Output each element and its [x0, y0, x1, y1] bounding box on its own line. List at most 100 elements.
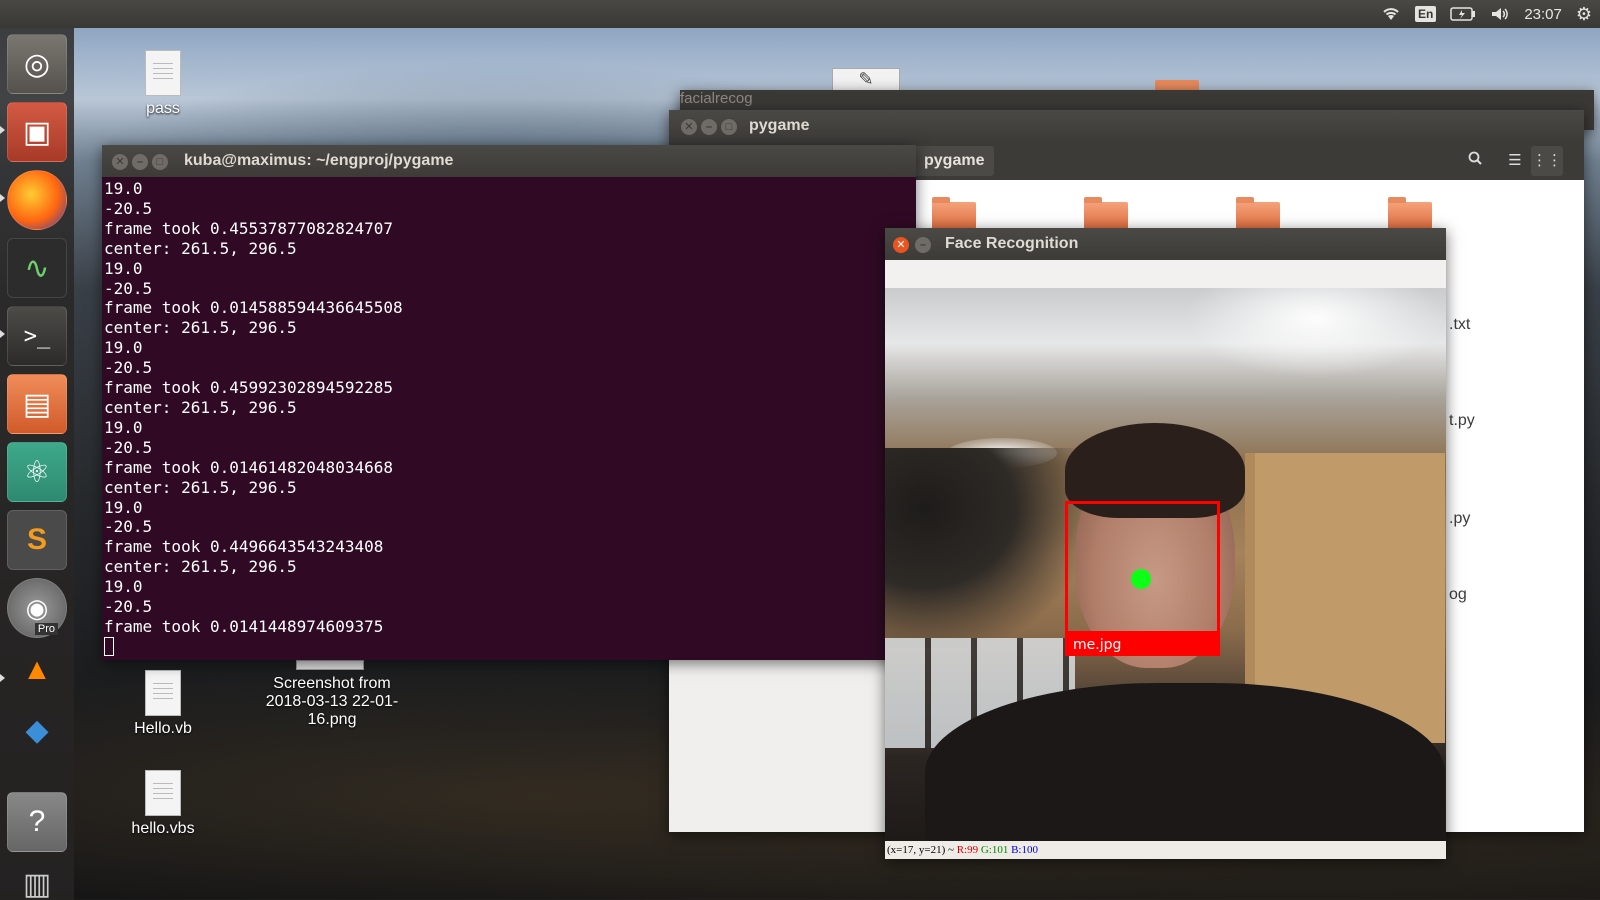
close-button[interactable]: ✕ — [893, 237, 909, 253]
desktop-icon-label: pass — [146, 100, 180, 117]
minimize-button[interactable]: – — [132, 154, 148, 170]
file-label[interactable]: .txt — [1449, 316, 1470, 334]
search-icon[interactable] — [1459, 146, 1491, 176]
desktop-icon-pass[interactable]: pass — [103, 50, 223, 118]
window-titlebar[interactable]: ✕ – □ pygame — [669, 110, 1584, 142]
terminal-icon: >_ — [23, 323, 51, 349]
terminal-line: -20.5 — [104, 517, 153, 537]
folder-icon[interactable] — [1236, 197, 1280, 230]
terminal-line: 19.0 — [104, 338, 143, 358]
running-indicator — [0, 674, 5, 682]
pulse-icon: ∿ — [24, 251, 50, 285]
terminal-line: frame took 0.0141448974609375 — [104, 616, 384, 636]
folder-icon[interactable] — [1388, 197, 1432, 230]
atom-launcher-button[interactable]: ⚛ — [7, 442, 67, 502]
window-title: kuba@maximus: ~/engproj/pygame — [184, 152, 454, 169]
firefox-launcher-button[interactable] — [7, 170, 67, 230]
top-panel: En 23:07 ⚙ — [0, 0, 1600, 28]
maximize-button[interactable]: □ — [152, 154, 168, 170]
blue-value: B:100 — [1011, 844, 1038, 856]
desktop-icon-hello-vb[interactable]: Hello.vb — [103, 670, 223, 738]
face-recognition-window[interactable]: ✕ – Face Recognition me.jpg (x=17, y=21)… — [885, 228, 1446, 859]
terminal-line: center: 261.5, 296.5 — [104, 557, 297, 577]
terminal-line: -20.5 — [104, 358, 153, 378]
minimize-button[interactable]: – — [701, 119, 717, 135]
maximize-button[interactable]: □ — [721, 119, 737, 135]
background-shadow — [885, 448, 1085, 648]
terminal-line: center: 261.5, 296.5 — [104, 477, 297, 497]
folder-icon[interactable] — [1084, 197, 1128, 230]
terminal-line: -20.5 — [104, 198, 153, 218]
grid-view-icon[interactable]: ⋮⋮ — [1531, 146, 1563, 176]
volume-icon[interactable] — [1490, 6, 1510, 22]
system-monitor-launcher-button[interactable]: ∿ — [7, 238, 67, 298]
folder-icon[interactable] — [932, 197, 976, 230]
clock[interactable]: 23:07 — [1524, 6, 1562, 23]
close-button[interactable]: ✕ — [681, 119, 697, 135]
ubuntu-dash-button[interactable]: ◎ — [7, 34, 67, 94]
terminal-line: -20.5 — [104, 597, 153, 617]
file-label[interactable]: og — [1449, 586, 1467, 604]
help-launcher-button[interactable]: ? — [7, 792, 67, 852]
terminal-output[interactable]: 19.0 -20.5 frame took 0.45537877082824707 c… — [102, 177, 916, 660]
camera-feed[interactable]: me.jpg — [885, 288, 1446, 841]
sublime-icon: S — [26, 523, 47, 556]
file-label[interactable]: .py — [1449, 510, 1470, 528]
desktop-icon-hello-vbs[interactable]: hello.vbs — [103, 770, 223, 838]
list-view-icon[interactable]: ☰ — [1499, 146, 1531, 176]
wifi-icon[interactable] — [1381, 6, 1401, 22]
trash-icon: ▥ — [22, 867, 52, 900]
trash-launcher-button[interactable]: ▥ — [7, 854, 67, 900]
terminal-line: 19.0 — [104, 497, 143, 517]
terminal-line: -20.5 — [104, 437, 153, 457]
face-name-label: me.jpg — [1065, 634, 1220, 656]
window-title: facialrecog — [680, 90, 753, 107]
minimize-button[interactable]: – — [915, 237, 931, 253]
window-title: Face Recognition — [945, 235, 1079, 252]
terminal-cursor-line — [104, 636, 914, 658]
google-earth-launcher-button[interactable]: ◉ Pro — [7, 578, 67, 638]
vscode-launcher-button[interactable]: ◆ — [7, 700, 67, 760]
person-body — [925, 683, 1445, 841]
terminal-line: frame took 0.45537877082824707 — [104, 218, 393, 238]
terminal-line: center: 261.5, 296.5 — [104, 397, 297, 417]
vlc-cone-icon: ▲ — [22, 653, 52, 686]
battery-icon[interactable] — [1450, 7, 1476, 21]
window-titlebar[interactable]: ✕ – □ kuba@maximus: ~/engproj/pygame — [102, 145, 916, 177]
terminal-line: 19.0 — [104, 258, 143, 278]
file-cabinet-icon: ▣ — [22, 115, 52, 149]
desktop-icon-screenshot[interactable]: Screenshot from 2018-03-13 22-01-16.png — [262, 675, 402, 729]
vlc-launcher-button[interactable]: ▲ — [7, 640, 67, 700]
pro-badge: Pro — [34, 623, 58, 635]
terminal-line: frame took 0.01461482048034668 — [104, 457, 393, 477]
desktop-icon-label: Hello.vb — [134, 720, 192, 737]
green-value: G:101 — [980, 844, 1009, 856]
red-value: R:99 — [956, 844, 979, 856]
close-button[interactable]: ✕ — [112, 154, 128, 170]
file-share-launcher-button[interactable]: ▤ — [7, 374, 67, 434]
desktop-icon-label: hello.vbs — [131, 820, 195, 837]
keyboard-layout-indicator[interactable]: En — [1414, 6, 1437, 22]
atom-icon: ⚛ — [23, 455, 51, 489]
path-bar-button[interactable]: pygame — [914, 146, 995, 176]
terminal-line: frame took 0.4496643543243408 — [104, 537, 384, 557]
settings-icon[interactable]: ⚙ — [1576, 4, 1592, 25]
terminal-launcher-button[interactable]: >_ — [7, 306, 67, 366]
folder-share-icon: ▤ — [22, 387, 52, 421]
sublime-launcher-button[interactable]: S — [7, 510, 67, 570]
vscode-icon: ◆ — [25, 713, 49, 747]
image-thumbnail-icon — [296, 660, 364, 670]
question-mark-icon: ? — [28, 805, 46, 838]
running-indicator — [0, 194, 5, 202]
window-titlebar[interactable]: ✕ – Face Recognition — [885, 228, 1446, 260]
face-center-dot — [1131, 569, 1151, 589]
launcher: ◎ ▣ ∿ >_ ▤ ⚛ S ◉ Pro ▲ ◆ ? ▥ — [0, 28, 74, 900]
document-icon — [145, 50, 181, 96]
file-label[interactable]: t.py — [1449, 412, 1475, 430]
ceiling-light — [1185, 288, 1445, 378]
files-launcher-button[interactable]: ▣ — [7, 102, 67, 162]
terminal-cursor — [104, 636, 114, 656]
terminal-window[interactable]: ✕ – □ kuba@maximus: ~/engproj/pygame 19.… — [102, 145, 916, 660]
system-tray: En 23:07 ⚙ — [1381, 0, 1592, 28]
terminal-line: frame took 0.45992302894592285 — [104, 378, 393, 398]
